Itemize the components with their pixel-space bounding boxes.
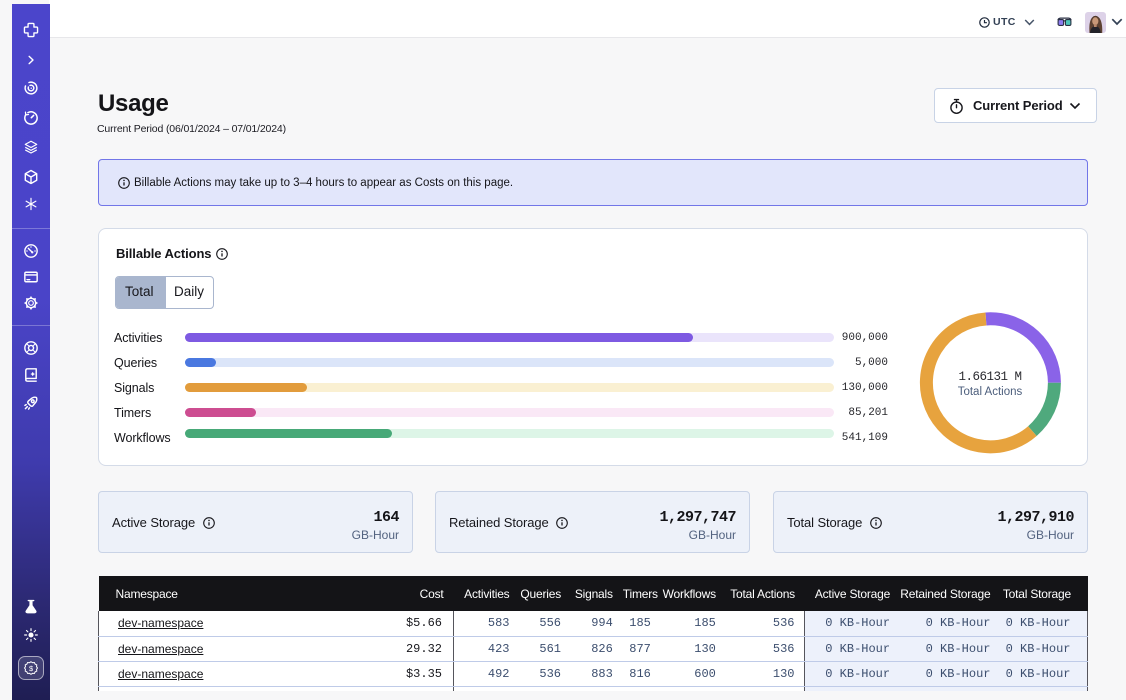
svg-text:$: $ xyxy=(29,664,33,673)
